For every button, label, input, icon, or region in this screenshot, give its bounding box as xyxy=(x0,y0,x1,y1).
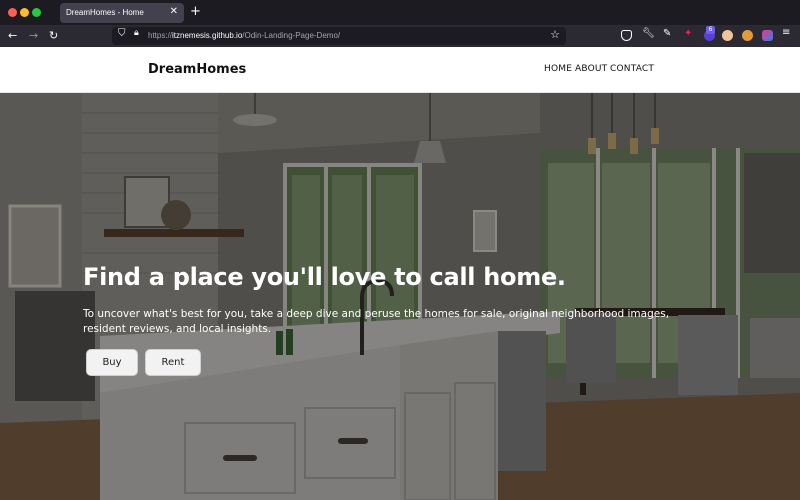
url-host: itznemesis.github.io xyxy=(172,31,243,40)
minimize-window-button[interactable] xyxy=(20,8,29,17)
pen-icon[interactable]: ✎ xyxy=(663,28,674,39)
url-text[interactable]: https://itznemesis.github.io/Odin-Landin… xyxy=(148,31,340,40)
nav-link-contact[interactable]: CONTACT xyxy=(610,64,654,74)
shield-icon[interactable]: ⛉ xyxy=(118,28,126,39)
hero-title: Find a place you'll love to call home. xyxy=(83,263,566,291)
address-bar[interactable]: ⛉ 🔒︎ https://itznemesis.github.io/Odin-L… xyxy=(112,27,566,45)
web-page: DreamHomes HOME ABOUT CONTACT Find a pla… xyxy=(0,47,800,500)
pocket-icon[interactable] xyxy=(621,30,632,41)
url-prefix: https:// xyxy=(148,31,173,40)
avatar-extension-icon[interactable] xyxy=(722,30,733,41)
tab-bar: DreamHomes - Home ✕ + xyxy=(0,0,800,25)
browser-toolbar: ← → ↻ ⛉ 🔒︎ https://itznemesis.github.io/… xyxy=(0,25,800,47)
extension-pin-icon[interactable]: ✦ xyxy=(684,28,695,39)
close-window-button[interactable] xyxy=(8,8,17,17)
hero-background-image xyxy=(0,93,800,500)
browser-tab[interactable]: DreamHomes - Home ✕ xyxy=(60,3,184,23)
wrench-icon[interactable]: 🔧︎ xyxy=(642,28,655,39)
maximize-window-button[interactable] xyxy=(32,8,41,17)
hero-section: Find a place you'll love to call home. T… xyxy=(0,93,800,500)
close-tab-icon[interactable]: ✕ xyxy=(170,6,178,17)
hero-subtitle: To uncover what's best for you, take a d… xyxy=(83,308,670,335)
site-logo[interactable]: DreamHomes xyxy=(148,62,246,77)
rent-button[interactable]: Rent xyxy=(145,349,201,376)
nav-link-home[interactable]: HOME xyxy=(544,64,572,74)
new-tab-button[interactable]: + xyxy=(190,5,201,19)
reload-icon[interactable]: ↻ xyxy=(49,28,58,44)
forward-icon[interactable]: → xyxy=(29,28,38,44)
nav-link-about[interactable]: ABOUT xyxy=(575,64,607,74)
extension-badge: 6 xyxy=(706,26,715,34)
inspector-extension-icon[interactable] xyxy=(762,30,773,41)
buy-button[interactable]: Buy xyxy=(86,349,138,376)
lock-icon[interactable]: 🔒︎ xyxy=(134,28,139,38)
site-header: DreamHomes HOME ABOUT CONTACT xyxy=(0,47,800,93)
menu-icon[interactable]: ≡ xyxy=(782,27,793,38)
bookmark-star-icon[interactable]: ☆ xyxy=(550,28,560,41)
back-icon[interactable]: ← xyxy=(8,28,17,44)
tab-title: DreamHomes - Home xyxy=(66,8,144,17)
url-path: /Odin-Landing-Page-Demo/ xyxy=(242,31,341,40)
cat-extension-icon[interactable] xyxy=(742,30,753,41)
